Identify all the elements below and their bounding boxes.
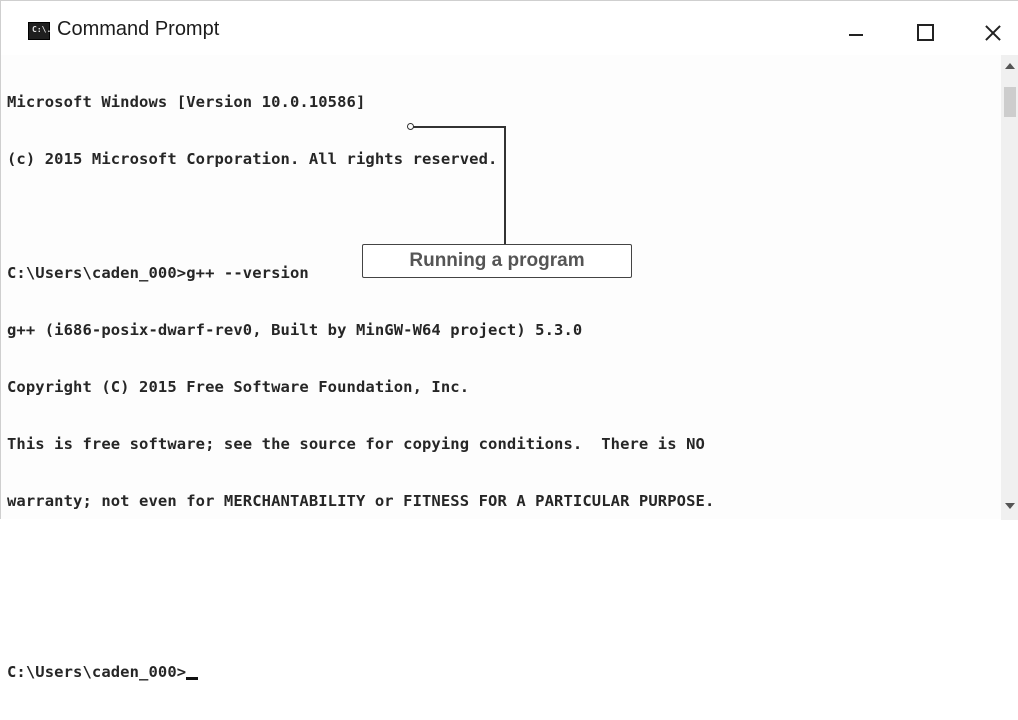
callout-connector-horizontal	[412, 126, 505, 128]
console-line: (c) 2015 Microsoft Corporation. All righ…	[7, 150, 498, 168]
minimize-icon[interactable]	[833, 13, 879, 51]
console-line: warranty; not even for MERCHANTABILITY o…	[7, 492, 715, 510]
command-prompt-window: C:\. Command Prompt Microsoft Windows [V…	[0, 0, 1018, 681]
console-output[interactable]: Microsoft Windows [Version 10.0.10586] (…	[7, 55, 997, 681]
prompt-line[interactable]: C:\Users\caden_000>	[7, 663, 997, 682]
scroll-thumb[interactable]	[1004, 87, 1016, 117]
text-cursor	[186, 677, 199, 680]
console-line: This is free software; see the source fo…	[7, 435, 705, 453]
window-title: Command Prompt	[57, 18, 220, 40]
console-line: g++ (i686-posix-dwarf-rev0, Built by Min…	[7, 321, 583, 339]
callout-anchor-dot	[407, 123, 414, 130]
console-line: Microsoft Windows [Version 10.0.10586]	[7, 93, 366, 111]
close-icon[interactable]	[969, 13, 1015, 51]
scroll-up-arrow-icon[interactable]	[1005, 63, 1015, 69]
title-bar[interactable]: C:\. Command Prompt	[1, 1, 1018, 55]
callout-connector-vertical	[504, 126, 506, 244]
scroll-down-arrow-icon[interactable]	[1005, 503, 1015, 509]
cmd-icon: C:\.	[28, 22, 52, 40]
prompt-text: C:\Users\caden_000>	[7, 663, 187, 681]
cmd-icon-glyph: C:\.	[32, 25, 52, 34]
callout-label: Running a program	[362, 244, 632, 278]
maximize-icon[interactable]	[901, 13, 947, 51]
vertical-scrollbar[interactable]	[1001, 55, 1018, 520]
console-line: Copyright (C) 2015 Free Software Foundat…	[7, 378, 470, 396]
